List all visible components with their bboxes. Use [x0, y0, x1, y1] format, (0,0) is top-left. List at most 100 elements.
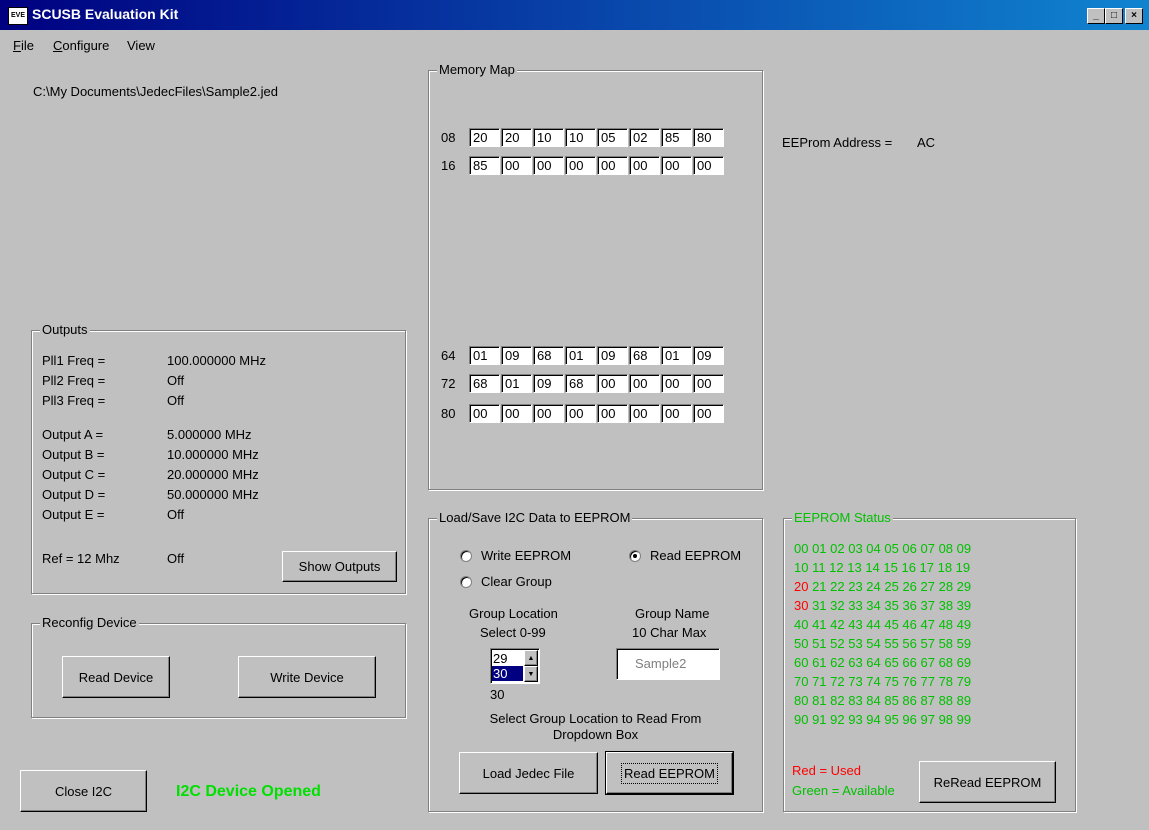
output-e-value: Off — [167, 507, 185, 522]
pll3-label: Pll3 Freq = — [42, 393, 106, 408]
load-jedec-button[interactable]: Load Jedec File — [459, 752, 598, 794]
status-message: I2C Device Opened — [176, 783, 321, 800]
memory-cell[interactable]: 09 — [533, 374, 564, 393]
list-item-selected[interactable]: 30 — [492, 666, 523, 681]
write-eeprom-label[interactable]: Write EEPROM — [481, 548, 571, 563]
memory-cell[interactable]: 68 — [565, 374, 596, 393]
eeprom-status-row: 20 21 22 23 24 25 26 27 28 29 — [794, 579, 971, 594]
memory-cell[interactable]: 09 — [597, 346, 628, 365]
memory-map-label: Memory Map — [437, 62, 517, 77]
memory-cell[interactable]: 01 — [469, 346, 500, 365]
memory-cell[interactable]: 00 — [661, 404, 692, 423]
memory-cell[interactable]: 10 — [565, 128, 596, 147]
close-i2c-button[interactable]: Close I2C — [20, 770, 147, 812]
menu-file-mnemonic: F — [13, 38, 21, 53]
write-eeprom-radio[interactable] — [460, 550, 472, 562]
memory-cell[interactable]: 68 — [469, 374, 500, 393]
memory-cell[interactable]: 20 — [469, 128, 500, 147]
ref-label: Ref = 12 Mhz — [42, 551, 120, 566]
available-locations: 80 81 82 83 84 85 86 87 88 89 — [794, 693, 972, 708]
group-location-list[interactable]: 29 30 ▲ ▼ — [490, 648, 540, 684]
memory-cell[interactable]: 00 — [501, 156, 532, 175]
group-name-value: Sample2 — [635, 656, 687, 671]
group-name-field[interactable]: Sample2 — [616, 648, 720, 680]
used-location: 20 — [794, 579, 809, 594]
list-item[interactable]: 29 — [493, 651, 507, 666]
memory-cell[interactable]: 00 — [597, 374, 628, 393]
eeprom-address-label: EEProm Address = — [782, 135, 893, 150]
memory-cell[interactable]: 00 — [693, 156, 724, 175]
memory-cell[interactable]: 00 — [661, 374, 692, 393]
read-eeprom-radio[interactable] — [629, 550, 641, 562]
close-i2c-label: Close I2C — [54, 783, 113, 799]
memory-cell[interactable]: 02 — [629, 128, 660, 147]
eeprom-status-row: 60 61 62 63 64 65 66 67 68 69 — [794, 655, 971, 670]
memory-cell[interactable]: 00 — [629, 404, 660, 423]
show-outputs-button[interactable]: Show Outputs — [282, 551, 397, 582]
output-d-label: Output D = — [42, 487, 106, 502]
memory-cell[interactable]: 09 — [693, 346, 724, 365]
memory-cell[interactable]: 05 — [597, 128, 628, 147]
memory-cell[interactable]: 00 — [693, 404, 724, 423]
menu-configure[interactable]: Configure — [53, 38, 109, 53]
memory-cell[interactable]: 09 — [501, 346, 532, 365]
group-location-sub: Select 0-99 — [480, 625, 546, 640]
memory-row-label: 16 — [441, 158, 456, 173]
memory-cell[interactable]: 00 — [533, 404, 564, 423]
memory-cell[interactable]: 00 — [501, 404, 532, 423]
scroll-down-button[interactable]: ▼ — [524, 666, 538, 682]
output-a-value: 5.000000 MHz — [167, 427, 252, 442]
scroll-up-button[interactable]: ▲ — [524, 650, 538, 666]
memory-cell[interactable]: 01 — [565, 346, 596, 365]
read-eeprom-button[interactable]: Read EEPROM — [605, 751, 734, 795]
read-eeprom-label[interactable]: Read EEPROM — [650, 548, 741, 563]
title-bar[interactable]: EVE SCUSB Evaluation Kit _ □ × — [0, 0, 1149, 30]
group-location-label: Group Location — [469, 606, 558, 621]
eeprom-status-row: 10 11 12 13 14 15 16 17 18 19 — [794, 560, 970, 575]
memory-cell[interactable]: 68 — [533, 346, 564, 365]
memory-cell[interactable]: 68 — [629, 346, 660, 365]
menu-file-label: ile — [20, 38, 34, 53]
menu-bar: File Configure View — [0, 33, 1149, 55]
memory-cell[interactable]: 00 — [469, 404, 500, 423]
ref-value: Off — [167, 551, 185, 566]
menu-file[interactable]: File — [13, 38, 34, 53]
output-d-value: 50.000000 MHz — [167, 487, 259, 502]
maximize-button[interactable]: □ — [1105, 8, 1123, 24]
memory-row-label: 08 — [441, 130, 456, 145]
available-locations: 60 61 62 63 64 65 66 67 68 69 — [794, 655, 972, 670]
eeprom-status-label: EEPROM Status — [792, 510, 893, 525]
memory-cell[interactable]: 00 — [661, 156, 692, 175]
memory-cell[interactable]: 20 — [501, 128, 532, 147]
memory-cell[interactable]: 85 — [469, 156, 500, 175]
memory-cell[interactable]: 10 — [533, 128, 564, 147]
memory-cell[interactable]: 00 — [565, 156, 596, 175]
memory-cell[interactable]: 00 — [693, 374, 724, 393]
output-c-label: Output C = — [42, 467, 106, 482]
memory-cell[interactable]: 85 — [661, 128, 692, 147]
read-device-button[interactable]: Read Device — [62, 656, 170, 698]
memory-cell[interactable]: 00 — [533, 156, 564, 175]
write-device-button[interactable]: Write Device — [238, 656, 376, 698]
menu-view[interactable]: View — [127, 38, 155, 53]
memory-cell[interactable]: 00 — [597, 404, 628, 423]
read-eeprom-button-label: Read EEPROM — [620, 762, 719, 784]
memory-cell[interactable]: 00 — [629, 156, 660, 175]
reread-eeprom-button[interactable]: ReRead EEPROM — [919, 761, 1056, 803]
memory-cell[interactable]: 01 — [661, 346, 692, 365]
memory-cell[interactable]: 00 — [565, 404, 596, 423]
close-window-button[interactable]: × — [1125, 8, 1143, 24]
minimize-button[interactable]: _ — [1087, 8, 1105, 24]
memory-cell[interactable]: 80 — [693, 128, 724, 147]
load-jedec-label: Load Jedec File — [482, 765, 575, 781]
available-locations: 40 41 42 43 44 45 46 47 48 49 — [794, 617, 972, 632]
memory-cell[interactable]: 00 — [629, 374, 660, 393]
memory-cell[interactable]: 00 — [597, 156, 628, 175]
clear-group-label[interactable]: Clear Group — [481, 574, 552, 589]
memory-cell[interactable]: 01 — [501, 374, 532, 393]
pll1-value: 100.000000 MHz — [167, 353, 267, 368]
output-e-label: Output E = — [42, 507, 105, 522]
clear-group-radio[interactable] — [460, 576, 472, 588]
output-c-value: 20.000000 MHz — [167, 467, 259, 482]
available-locations: 10 11 12 13 14 15 16 17 18 19 — [794, 560, 971, 575]
